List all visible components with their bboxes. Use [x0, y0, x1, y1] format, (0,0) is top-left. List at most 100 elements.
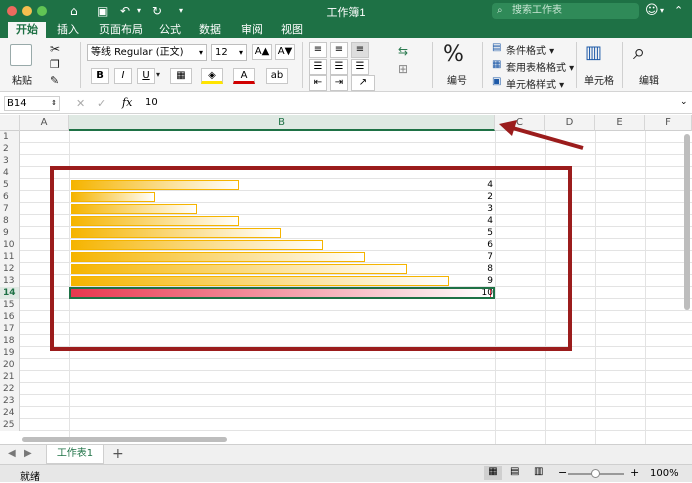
zoom-slider[interactable] [568, 469, 624, 478]
smiley-feedback-icon[interactable]: ☺ [645, 3, 659, 19]
next-sheet-icon[interactable]: ▶ [24, 448, 32, 459]
row-header[interactable]: 19 [0, 347, 20, 359]
cell-styles-button[interactable]: 单元格样式 ▾ [506, 76, 564, 91]
align-middle-button[interactable]: ≡ [330, 42, 348, 58]
status-bar: 就绪 ▦ ▤ ▥ − + 100% [0, 464, 692, 483]
row-header[interactable]: 22 [0, 383, 20, 395]
row-header[interactable]: 17 [0, 323, 20, 335]
underline-chevron-down-icon[interactable]: ▾ [156, 70, 160, 79]
row-header[interactable]: 24 [0, 407, 20, 419]
format-painter-icon[interactable]: ✎ [50, 74, 59, 87]
row-header[interactable]: 13 [0, 275, 20, 287]
align-top-button[interactable]: ≡ [309, 42, 327, 58]
zoom-out-button[interactable]: − [558, 466, 567, 479]
number-label: 编号 [447, 76, 467, 87]
row-header[interactable]: 16 [0, 311, 20, 323]
column-header-e[interactable]: E [595, 115, 645, 131]
grow-font-button[interactable]: A▲ [252, 44, 272, 60]
phonetic-button[interactable]: ab [266, 68, 288, 84]
row-header[interactable]: 14 [0, 287, 20, 299]
row-header[interactable]: 21 [0, 371, 20, 383]
annotation-box [50, 166, 572, 351]
row-header[interactable]: 7 [0, 203, 20, 215]
insert-function-button[interactable]: fx [122, 96, 132, 109]
row-header[interactable]: 11 [0, 251, 20, 263]
row-header[interactable]: 3 [0, 155, 20, 167]
conditional-format-button[interactable]: 条件格式 ▾ [506, 42, 554, 57]
bold-button[interactable]: B [91, 68, 109, 84]
tab-formulas[interactable]: 公式 [154, 22, 186, 38]
row-header[interactable]: 1 [0, 131, 20, 143]
align-bottom-button[interactable]: ≡ [351, 42, 369, 58]
tab-insert[interactable]: 插入 [52, 22, 84, 38]
grid-row: 25 [0, 419, 692, 431]
enter-icon[interactable]: ✓ [97, 97, 106, 110]
collapse-ribbon-icon[interactable]: ⌃ [674, 3, 683, 19]
row-header[interactable]: 23 [0, 395, 20, 407]
search-placeholder: 搜索工作表 [512, 5, 562, 16]
wrap-text-icon[interactable]: ⇆ [398, 44, 408, 58]
feedback-dropdown-icon[interactable]: ▾ [660, 3, 664, 19]
cancel-icon[interactable]: ✕ [76, 97, 85, 110]
name-box[interactable]: B14 ⇕ [4, 96, 60, 111]
row-header[interactable]: 6 [0, 191, 20, 203]
font-size-select[interactable]: 12 ▾ [211, 44, 247, 61]
column-header-b[interactable]: B [69, 115, 495, 131]
tab-page-layout[interactable]: 页面布局 [92, 22, 150, 38]
vertical-scrollbar[interactable] [684, 134, 690, 310]
search-input[interactable]: ⌕ 搜索工作表 [492, 3, 639, 19]
page-layout-view-icon[interactable]: ▤ [510, 466, 519, 477]
expand-formula-bar-icon[interactable]: ⌄ [680, 97, 688, 107]
cut-icon[interactable]: ✂ [50, 42, 60, 56]
align-right-button[interactable]: ☰ [351, 59, 369, 75]
row-header[interactable]: 12 [0, 263, 20, 275]
row-header[interactable]: 8 [0, 215, 20, 227]
row-header[interactable]: 25 [0, 419, 20, 431]
cells-icon[interactable]: ▥ [585, 42, 607, 64]
tab-review[interactable]: 审阅 [236, 22, 268, 38]
row-header[interactable]: 4 [0, 167, 20, 179]
percent-icon[interactable]: % [443, 42, 464, 67]
tab-view[interactable]: 视图 [276, 22, 308, 38]
row-header[interactable]: 10 [0, 239, 20, 251]
decrease-indent-button[interactable]: ⇤ [309, 75, 327, 91]
row-header[interactable]: 9 [0, 227, 20, 239]
add-sheet-button[interactable]: + [112, 446, 124, 462]
shrink-font-button[interactable]: A▼ [275, 44, 295, 60]
orientation-button[interactable]: ↗ [351, 75, 375, 91]
page-break-view-icon[interactable]: ▥ [534, 466, 543, 477]
borders-button[interactable]: ▦ [170, 68, 192, 84]
font-color-button[interactable]: A [233, 68, 255, 84]
underline-button[interactable]: U [137, 68, 155, 84]
horizontal-scrollbar[interactable] [22, 437, 227, 442]
column-header-f[interactable]: F [645, 115, 692, 131]
paste-icon[interactable] [10, 44, 32, 66]
row-header[interactable]: 5 [0, 179, 20, 191]
select-all-corner[interactable] [0, 115, 20, 131]
tab-data[interactable]: 数据 [194, 22, 226, 38]
sheet-tab-1[interactable]: 工作表1 [46, 445, 104, 464]
italic-button[interactable]: I [114, 68, 132, 84]
row-header[interactable]: 15 [0, 299, 20, 311]
find-icon[interactable]: ⌕ [633, 40, 645, 65]
tab-home[interactable]: 开始 [8, 22, 46, 38]
zoom-in-button[interactable]: + [630, 466, 639, 479]
align-center-button[interactable]: ☰ [330, 59, 348, 75]
font-name-select[interactable]: 等线 Regular (正文) ▾ [87, 44, 207, 61]
increase-indent-button[interactable]: ⇥ [330, 75, 348, 91]
row-header[interactable]: 18 [0, 335, 20, 347]
prev-sheet-icon[interactable]: ◀ [8, 448, 16, 459]
formula-input[interactable]: 10 [145, 97, 158, 108]
row-header[interactable]: 20 [0, 359, 20, 371]
row-header[interactable]: 2 [0, 143, 20, 155]
ribbon: 粘贴 ✂ ❐ ✎ 等线 Regular (正文) ▾ 12 ▾ A▲ A▼ B … [0, 38, 692, 92]
cell-styles-icon: ▣ [492, 76, 502, 87]
fill-color-button[interactable]: ◈ [201, 68, 223, 84]
column-header-a[interactable]: A [20, 115, 69, 131]
merge-center-icon[interactable]: ⊞ [398, 62, 408, 76]
align-left-button[interactable]: ☰ [309, 59, 327, 75]
normal-view-icon[interactable]: ▦ [484, 466, 502, 480]
zoom-slider-thumb[interactable] [591, 469, 600, 478]
format-as-table-button[interactable]: 套用表格格式 ▾ [506, 59, 574, 74]
copy-icon[interactable]: ❐ [50, 58, 60, 71]
